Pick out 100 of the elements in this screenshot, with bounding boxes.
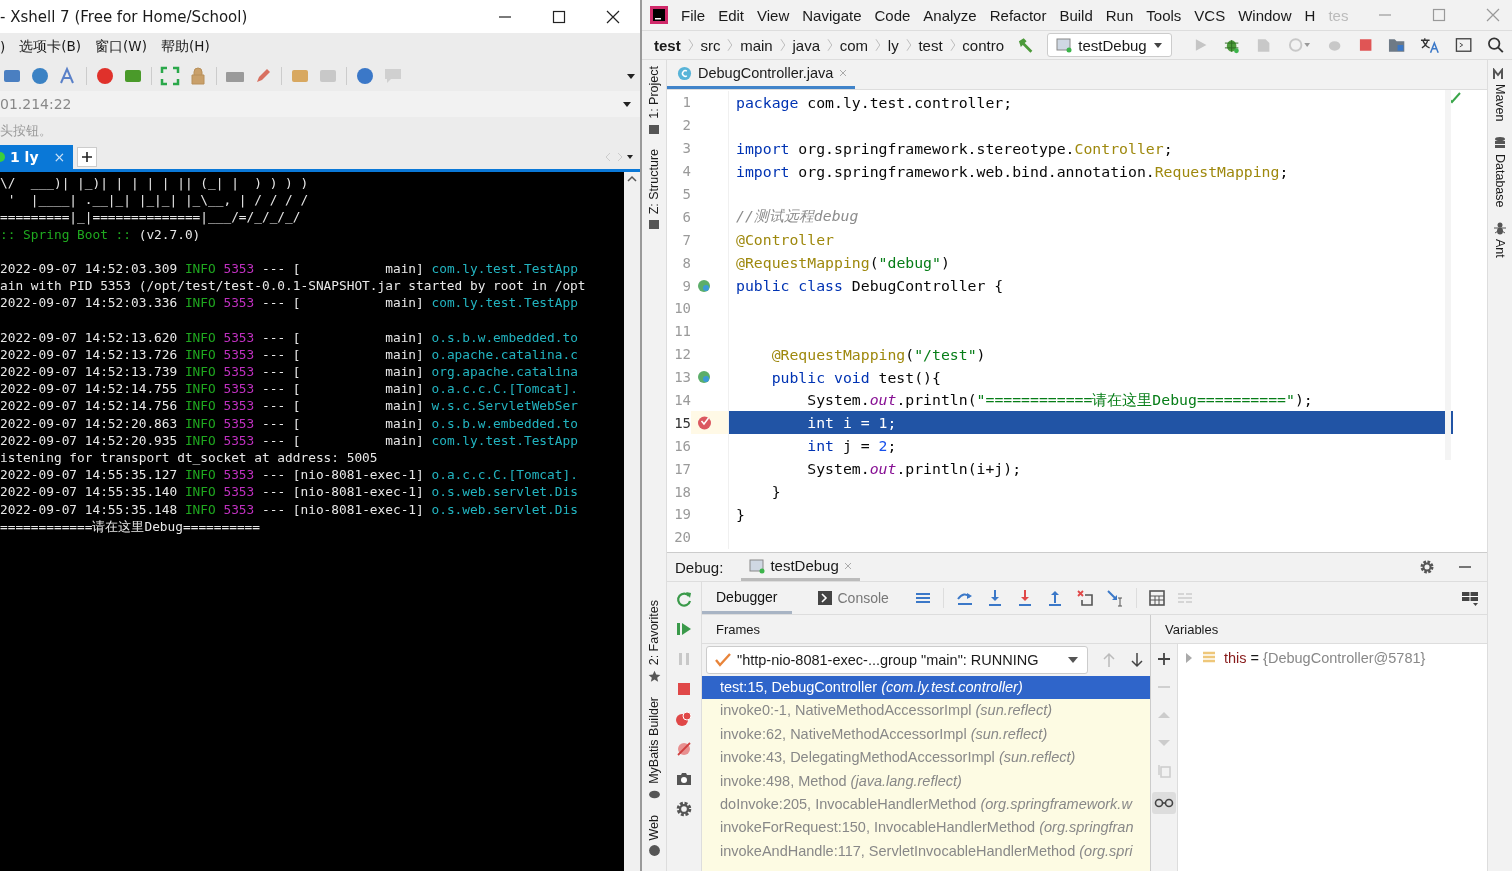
stack-frame[interactable]: invokeForRequest:150, InvocableHandlerMethod (org.springfran <box>702 816 1150 840</box>
menu-item[interactable]: Analyze <box>923 6 977 24</box>
breadcrumb[interactable]: src <box>700 36 721 54</box>
panel-tab[interactable]: Debugger <box>702 582 792 614</box>
run-config-dropdown[interactable]: testDebug <box>1047 33 1172 57</box>
code-line: @Controller <box>736 231 834 249</box>
menu-item[interactable]: 窗口(W) <box>95 38 147 56</box>
menu-item[interactable]: Refactor <box>989 6 1047 24</box>
stack-frame[interactable]: invoke:43, DelegatingMethodAccessorImpl (sun.reflect) <box>702 746 1150 770</box>
lines-icon[interactable] <box>914 590 931 606</box>
tool-window-tab[interactable]: Maven <box>1493 84 1507 122</box>
menu-item[interactable]: H <box>1304 6 1316 24</box>
breadcrumb[interactable]: contro <box>962 36 1005 54</box>
close-icon[interactable] <box>606 9 620 24</box>
stack-frame[interactable]: invokeAndHandle:117, ServletInvocableHandlerMethod (org.spri <box>702 839 1150 864</box>
breadcrumb[interactable]: test <box>918 36 943 54</box>
tool-window-tab[interactable]: MyBatis Builder <box>647 696 661 784</box>
thread-dropdown[interactable]: "http-nio-8081-exec-...group "main": RUNNING <box>706 646 1088 674</box>
tool-window-tab[interactable]: Z: Structure <box>647 148 661 215</box>
caret-icon[interactable] <box>622 99 632 109</box>
calculator-icon[interactable] <box>1148 590 1165 606</box>
camera-icon[interactable] <box>675 770 693 788</box>
stack-frame[interactable]: invoke:62, NativeMethodAccessorImpl (sun.reflect) <box>702 722 1150 747</box>
chevron-icon <box>779 38 786 52</box>
glasses-icon[interactable] <box>1152 792 1176 814</box>
log-line: 2022-09-07 14:55:35.148 INFO 5353 --- [nio-8081-exec-1] o.s.web.servlet.Dis <box>0 500 579 518</box>
menu-item[interactable]: 帮助(H) <box>160 38 210 56</box>
session-tab[interactable]: testDebug <box>741 553 860 581</box>
log-line: 2022-09-07 14:52:13.739 INFO 5353 --- [ main] org.apache.catalina <box>0 363 579 381</box>
code-line: } <box>736 505 745 523</box>
breadcrumb[interactable]: com <box>839 36 869 54</box>
lock-icon[interactable] <box>188 66 208 86</box>
stack-frame[interactable]: invoke0:-1, NativeMethodAccessorImpl (sun.reflect) <box>702 699 1150 723</box>
menu-item[interactable]: Run <box>1105 6 1134 24</box>
menu-item[interactable]: Navigate <box>802 6 862 24</box>
add-tab-icon[interactable] <box>77 147 98 167</box>
menu-item[interactable]: VCS <box>1194 6 1226 24</box>
panel-tab[interactable]: Console <box>803 582 903 614</box>
scroll-arrows-icon[interactable] <box>604 152 634 162</box>
terminal-line: ============请在这里Debug========== <box>0 517 262 535</box>
log-line: 2022-09-07 14:52:03.309 INFO 5353 --- [ main] com.ly.test.TestApp <box>0 259 579 278</box>
breakpoints-icon[interactable] <box>675 710 693 728</box>
panel-label: Debug: <box>675 558 724 576</box>
breadcrumb[interactable]: test <box>654 36 681 54</box>
layout-icon[interactable] <box>1461 590 1479 606</box>
run-to-cursor-icon[interactable] <box>1105 589 1124 607</box>
stop-icon[interactable] <box>1357 37 1374 53</box>
stop-icon[interactable] <box>675 680 693 698</box>
menu-item[interactable]: Build <box>1059 6 1093 24</box>
breadcrumb[interactable]: ly <box>887 36 899 54</box>
breadcrumb[interactable]: main <box>740 36 773 54</box>
rerun-icon[interactable] <box>675 590 693 608</box>
tool-window-tab[interactable]: Web <box>647 814 661 840</box>
resume-icon[interactable] <box>675 620 693 638</box>
hammer-icon[interactable] <box>1017 36 1035 54</box>
tool-window-tab[interactable]: 1: Project <box>647 66 661 119</box>
down-arrow-icon[interactable] <box>1130 652 1144 668</box>
config-icon <box>749 557 766 574</box>
menu-item[interactable]: 选项卡(B) <box>19 38 82 56</box>
add-icon[interactable] <box>1157 652 1171 666</box>
menu-item[interactable]: File <box>681 6 706 24</box>
code-line: } <box>770 483 781 501</box>
tool-window-tab[interactable]: 2: Favorites <box>647 600 661 666</box>
stack-frame[interactable]: doInvoke:205, InvocableHandlerMethod (org.springframework.w <box>702 792 1150 817</box>
menu-item[interactable]: Window <box>1238 6 1292 24</box>
scroll-up-icon[interactable] <box>626 174 638 184</box>
code-line: import org.springframework.stereotype.Controller; <box>736 139 1173 157</box>
drop-frame-icon[interactable] <box>1075 589 1094 607</box>
breakpoint-icon[interactable] <box>697 415 712 431</box>
menu-item[interactable]: Code <box>874 6 911 24</box>
menu-item[interactable]: Edit <box>718 6 745 24</box>
ant-icon <box>1493 221 1507 236</box>
translate-icon[interactable] <box>1420 36 1440 54</box>
terminal-line: :: Spring Boot :: (v2.7.0) <box>0 225 202 243</box>
project-structure-icon[interactable] <box>1388 36 1406 54</box>
menu-item[interactable]: View <box>757 6 790 24</box>
line-number: 7 <box>681 231 691 248</box>
chevron-icon <box>949 38 956 52</box>
settings-icon[interactable] <box>675 800 693 818</box>
line-number: 18 <box>673 483 691 500</box>
expand-icon[interactable] <box>1184 652 1194 664</box>
menu-item[interactable]: Tools <box>1146 6 1182 24</box>
line-number: 17 <box>673 460 691 477</box>
search-icon[interactable] <box>1486 36 1504 54</box>
tool-window-tab[interactable]: Ant <box>1493 239 1507 258</box>
terminal-icon[interactable] <box>1454 36 1472 54</box>
breadcrumb[interactable]: java <box>792 36 820 54</box>
fullscreen-icon[interactable] <box>160 66 180 86</box>
menu-item[interactable]: ) <box>0 39 6 55</box>
maximize-icon[interactable] <box>552 9 566 24</box>
stack-frame[interactable]: invoke:498, Method (java.lang.reflect) <box>702 769 1150 793</box>
settings-icon[interactable] <box>1419 559 1435 575</box>
session-tab[interactable]: 1 ly × <box>0 145 74 169</box>
bean-icon[interactable] <box>697 370 711 385</box>
log-line: 2022-09-07 14:55:35.140 INFO 5353 --- [nio-8081-exec-1] o.s.web.servlet.Dis <box>0 483 579 501</box>
mute-breakpoints-icon[interactable] <box>675 740 693 758</box>
tool-window-tab[interactable]: Database <box>1493 153 1507 208</box>
bean-icon[interactable] <box>697 278 711 293</box>
caret-icon[interactable] <box>626 71 636 81</box>
stack-frame[interactable]: test:15, DebugController (com.ly.test.controller) <box>702 676 1150 700</box>
